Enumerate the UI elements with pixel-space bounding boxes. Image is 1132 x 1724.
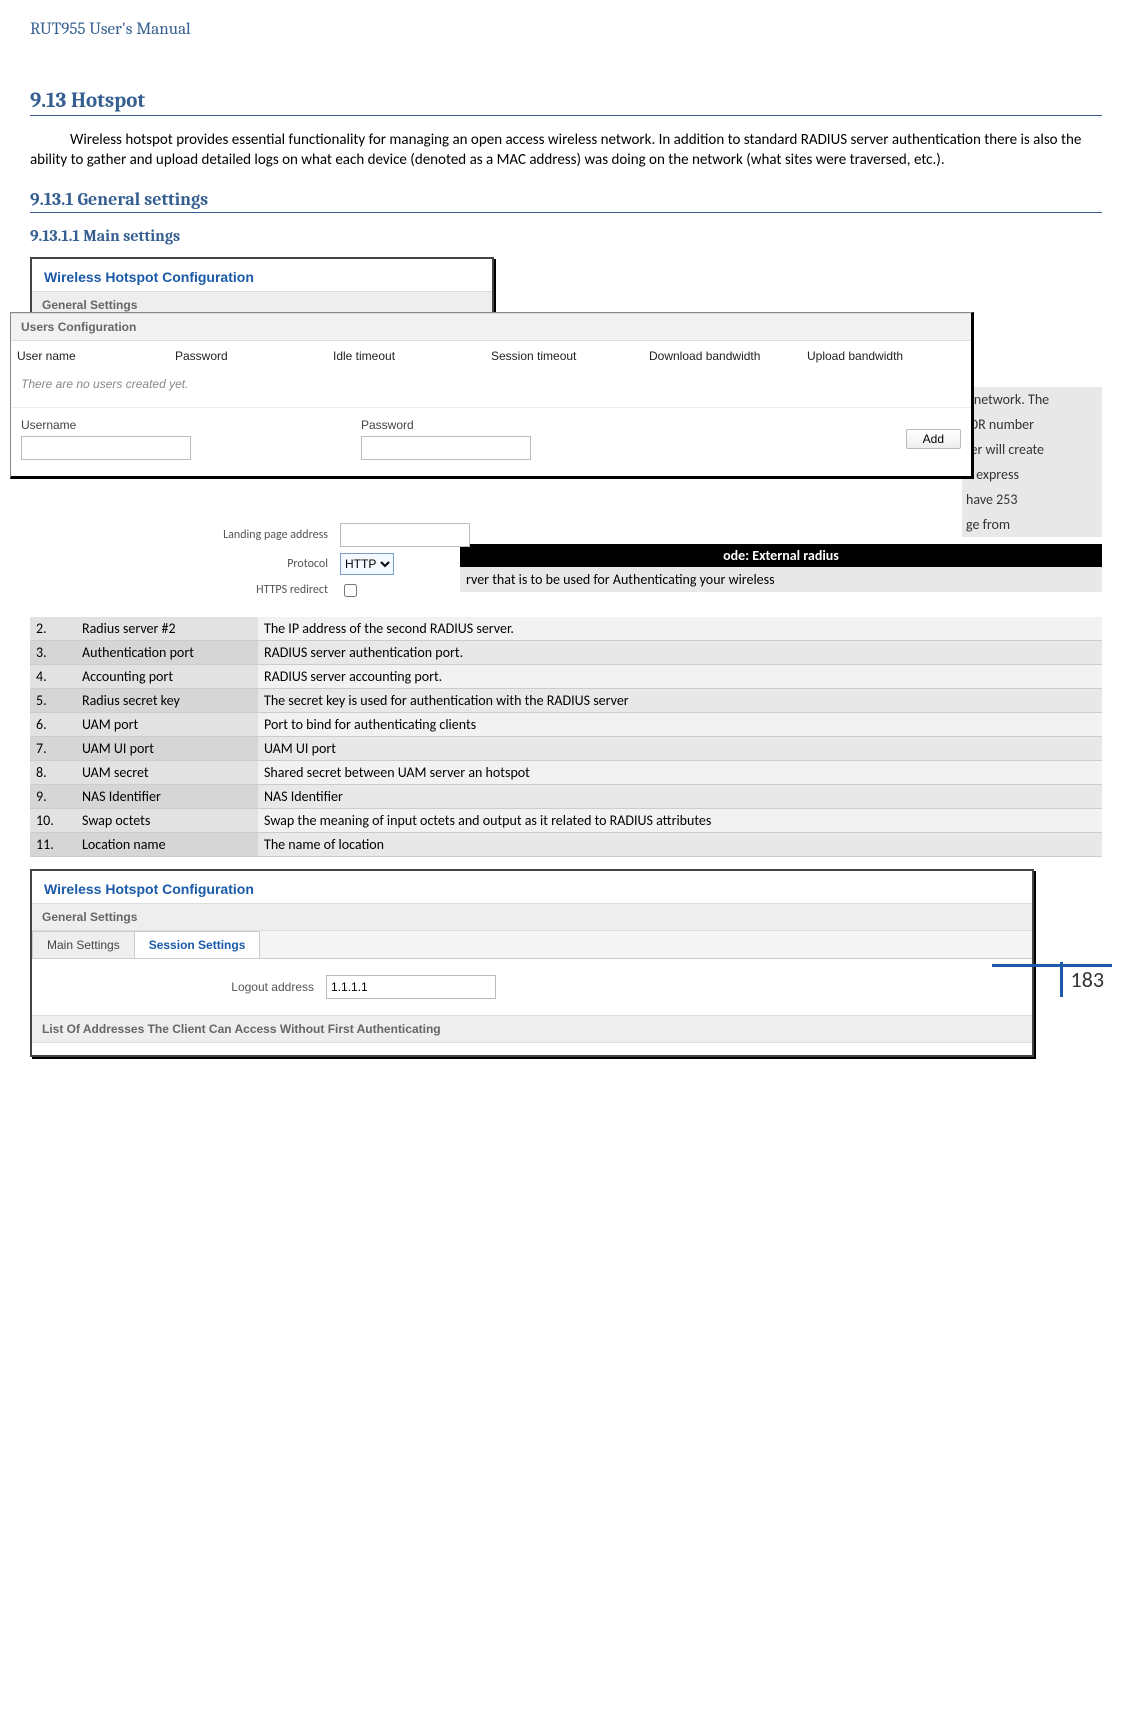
bg-frag-3: ter will create <box>962 437 1102 462</box>
landing-address-label: Landing page address <box>48 528 340 542</box>
landing-address-input[interactable] <box>340 523 470 547</box>
logout-address-input[interactable] <box>326 975 496 999</box>
bg-frag-6: ge from <box>962 512 1102 537</box>
protocol-select[interactable]: HTTP <box>340 553 394 575</box>
logout-address-label: Logout address <box>44 980 326 994</box>
manual-title: RUT955 User's Manual <box>30 20 1102 39</box>
table-row: 3.Authentication portRADIUS server authe… <box>30 640 1102 664</box>
bg-frag-4: e express <box>962 462 1102 487</box>
table-row: 4.Accounting portRADIUS server accountin… <box>30 664 1102 688</box>
add-password-input[interactable] <box>361 436 531 460</box>
col-username: User name <box>17 349 175 363</box>
panel1-title: Wireless Hotspot Configuration <box>32 259 492 291</box>
table-row: 7.UAM UI portUAM UI port <box>30 736 1102 760</box>
bg-frag-5: have 253 <box>962 487 1102 512</box>
protocol-label: Protocol <box>48 557 340 571</box>
col-session: Session timeout <box>491 349 649 363</box>
https-redirect-checkbox[interactable] <box>344 584 357 597</box>
table-row: 6.UAM portPort to bind for authenticatin… <box>30 712 1102 736</box>
add-password-label: Password <box>361 418 661 432</box>
intro-paragraph: Wireless hotspot provides essential func… <box>30 130 1102 171</box>
add-username-input[interactable] <box>21 436 191 460</box>
col-upload: Upload bandwidth <box>807 349 965 363</box>
section-9-13: 9.13 Hotspot <box>30 89 1102 116</box>
table-row: 11.Location nameThe name of location <box>30 832 1102 856</box>
bg-frag-2: IDR number <box>962 412 1102 437</box>
tab-session-settings[interactable]: Session Settings <box>134 931 261 958</box>
table-row: 5.Radius secret keyThe secret key is use… <box>30 688 1102 712</box>
bg-frag-1: t network. The <box>962 387 1102 412</box>
panel2-title: Wireless Hotspot Configuration <box>32 871 1032 903</box>
panel2-sub: General Settings <box>32 903 1032 931</box>
section-9-13-1: 9.13.1 General settings <box>30 189 1102 213</box>
users-table-header: User name Password Idle timeout Session … <box>11 341 971 371</box>
add-user-button[interactable]: Add <box>906 429 961 449</box>
add-username-label: Username <box>21 418 321 432</box>
page-number: 183 <box>1060 962 1112 997</box>
https-redirect-label: HTTPS redirect <box>48 583 340 597</box>
mode-external-frag: rver that is to be used for Authenticati… <box>460 567 1102 592</box>
tab-main-settings[interactable]: Main Settings <box>32 931 135 958</box>
table-row: 2.Radius server #2The IP address of the … <box>30 617 1102 641</box>
users-config-header: Users Configuration <box>11 313 971 341</box>
col-idle: Idle timeout <box>333 349 491 363</box>
table-row: 10.Swap octetsSwap the meaning of input … <box>30 808 1102 832</box>
client-access-list-header: List Of Addresses The Client Can Access … <box>32 1015 1032 1043</box>
col-password: Password <box>175 349 333 363</box>
col-download: Download bandwidth <box>649 349 807 363</box>
section-9-13-1-1: 9.13.1.1 Main settings <box>30 227 1102 245</box>
table-row: 9.NAS IdentifierNAS Identifier <box>30 784 1102 808</box>
table-row: 8.UAM secretShared secret between UAM se… <box>30 760 1102 784</box>
users-empty-note: There are no users created yet. <box>11 371 971 408</box>
